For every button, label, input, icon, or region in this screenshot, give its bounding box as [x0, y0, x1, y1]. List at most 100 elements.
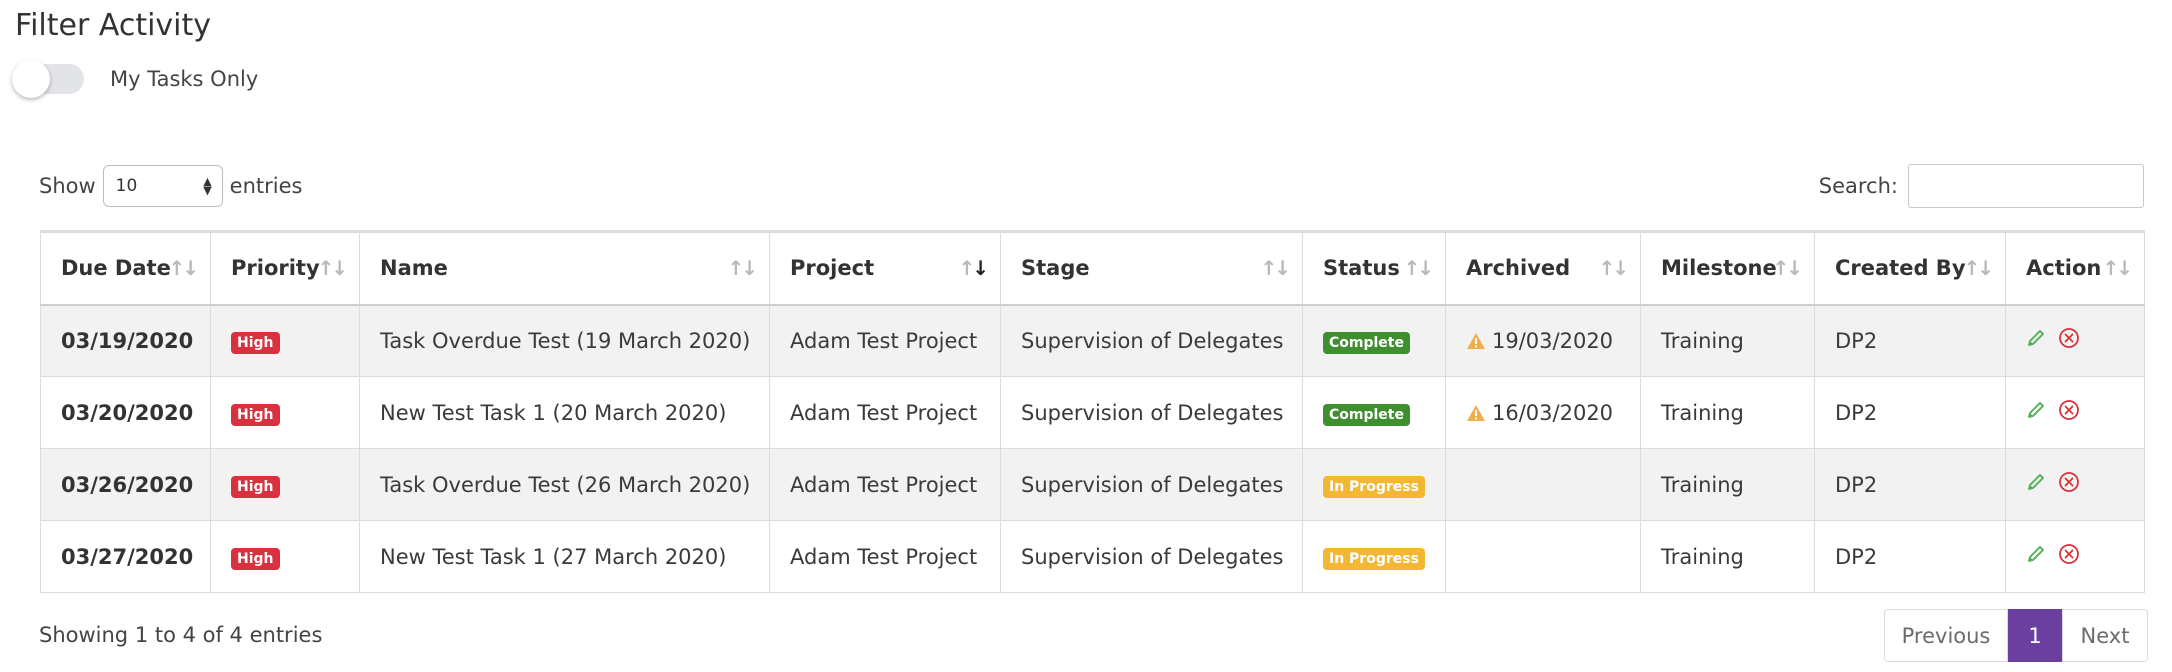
column-header[interactable]: Due Date ↑↓ [40, 230, 211, 306]
column-header[interactable]: Name ↑↓ [359, 230, 770, 306]
show-label: Show [39, 174, 96, 198]
due-date-cell: 03/19/2020 [40, 304, 211, 377]
previous-page-button[interactable]: Previous [1884, 609, 2008, 662]
table-row: 03/27/2020 High New Test Task 1 (27 March … [40, 520, 2145, 593]
status-badge: In Progress [1323, 475, 1425, 498]
pencil-icon[interactable] [2026, 400, 2046, 425]
priority-badge: High [231, 331, 280, 354]
priority-cell: High [210, 376, 360, 449]
column-header-label: Due Date [61, 256, 171, 281]
stage-cell: Supervision of Delegates [1000, 520, 1303, 593]
column-header[interactable]: Project ↑↓ [769, 230, 1001, 306]
archived-cell [1445, 520, 1641, 593]
table-row: 03/26/2020 High Task Overdue Test (26 Marc… [40, 448, 2145, 521]
page-title: Filter Activity [15, 8, 212, 43]
page-1-button[interactable]: 1 [2008, 609, 2062, 662]
column-header-label: Action [2026, 256, 2102, 281]
task-name: Task Overdue Test (26 March 2020) [380, 472, 751, 497]
my-tasks-toggle[interactable] [12, 60, 84, 98]
close-circle-icon[interactable] [2058, 543, 2080, 570]
project-cell: Adam Test Project [769, 448, 1001, 521]
name-cell: New Test Task 1 (27 March 2020) [359, 520, 770, 593]
pencil-icon[interactable] [2026, 328, 2046, 353]
due-date: 03/26/2020 [61, 472, 194, 497]
priority-cell: High [210, 520, 360, 593]
warning-icon [1467, 404, 1485, 421]
close-circle-icon[interactable] [2058, 471, 2080, 498]
pencil-icon[interactable] [2026, 544, 2046, 569]
column-header[interactable]: Created By ↑↓ [1814, 230, 2006, 306]
action-cell [2005, 448, 2145, 521]
entries-select[interactable]: 10 ▲ ▼ [102, 165, 223, 207]
milestone-cell: Training [1640, 304, 1815, 377]
column-header[interactable]: Milestone ↑↓ [1640, 230, 1815, 306]
sort-arrows-icon[interactable]: ↑↓ [1403, 256, 1433, 280]
priority-badge: High [231, 475, 280, 498]
status-badge: In Progress [1323, 547, 1425, 570]
stage-cell: Supervision of Delegates [1000, 376, 1303, 449]
created-by: DP2 [1835, 328, 1878, 353]
status-cell: In Progress [1302, 520, 1446, 593]
priority-cell: High [210, 448, 360, 521]
search-input[interactable] [1908, 164, 2144, 208]
created-by-cell: DP2 [1814, 448, 2006, 521]
table-row: 03/19/2020 High Task Overdue Test (19 Marc… [40, 304, 2145, 377]
sort-arrows-icon[interactable]: ↑↓ [958, 256, 988, 280]
sort-arrows-icon[interactable]: ↑↓ [2102, 256, 2132, 280]
pagination: Previous 1 Next [1884, 609, 2148, 662]
sort-arrows-icon[interactable]: ↑↓ [1598, 256, 1628, 280]
stage-name: Supervision of Delegates [1021, 328, 1284, 353]
entries-label: entries [229, 174, 303, 198]
toggle-knob[interactable] [12, 60, 50, 98]
milestone-name: Training [1661, 328, 1744, 353]
sort-arrows-icon[interactable]: ↑↓ [168, 256, 198, 280]
status-cell: Complete [1302, 376, 1446, 449]
column-header-label: Project [790, 256, 875, 281]
my-tasks-filter: My Tasks Only [12, 60, 259, 98]
task-name: New Test Task 1 (27 March 2020) [380, 544, 727, 569]
task-name: Task Overdue Test (19 March 2020) [380, 328, 751, 353]
column-header-label: Name [380, 256, 448, 281]
status-cell: Complete [1302, 304, 1446, 377]
archived-cell [1445, 448, 1641, 521]
next-page-button[interactable]: Next [2062, 609, 2148, 662]
archived-date: 16/03/2020 [1492, 400, 1614, 425]
sort-arrows-icon[interactable]: ↑↓ [1963, 256, 1993, 280]
archived-cell: 16/03/2020 [1445, 376, 1641, 449]
project-name: Adam Test Project [790, 472, 978, 497]
project-cell: Adam Test Project [769, 304, 1001, 377]
column-header[interactable]: Action ↑↓ [2005, 230, 2145, 306]
sort-arrows-icon[interactable]: ↑↓ [1260, 256, 1290, 280]
pencil-icon[interactable] [2026, 472, 2046, 497]
status-badge: Complete [1323, 403, 1410, 426]
sort-arrows-icon[interactable]: ↑↓ [317, 256, 347, 280]
close-circle-icon[interactable] [2058, 327, 2080, 354]
due-date-cell: 03/26/2020 [40, 448, 211, 521]
select-arrows-icon: ▲ ▼ [203, 175, 212, 197]
project-cell: Adam Test Project [769, 376, 1001, 449]
search-label: Search: [1818, 174, 1898, 198]
table-search: Search: [1819, 164, 2144, 208]
priority-badge: High [231, 547, 280, 570]
warning-icon [1467, 332, 1485, 349]
stage-cell: Supervision of Delegates [1000, 448, 1303, 521]
close-circle-icon[interactable] [2058, 399, 2080, 426]
milestone-name: Training [1661, 544, 1744, 569]
column-header[interactable]: Archived ↑↓ [1445, 230, 1641, 306]
column-header[interactable]: Priority ↑↓ [210, 230, 360, 306]
sort-arrows-icon[interactable]: ↑↓ [727, 256, 757, 280]
project-cell: Adam Test Project [769, 520, 1001, 593]
column-header-label: Milestone [1661, 256, 1777, 281]
column-header-label: Archived [1466, 256, 1571, 281]
sort-arrows-icon[interactable]: ↑↓ [1772, 256, 1802, 280]
stage-name: Supervision of Delegates [1021, 544, 1284, 569]
column-header[interactable]: Stage ↑↓ [1000, 230, 1303, 306]
my-tasks-label: My Tasks Only [110, 67, 259, 91]
stage-cell: Supervision of Delegates [1000, 304, 1303, 377]
task-name: New Test Task 1 (20 March 2020) [380, 400, 727, 425]
table-info: Showing 1 to 4 of 4 entries [39, 623, 323, 647]
name-cell: Task Overdue Test (19 March 2020) [359, 304, 770, 377]
action-cell [2005, 304, 2145, 377]
created-by: DP2 [1835, 400, 1878, 425]
column-header[interactable]: Status ↑↓ [1302, 230, 1446, 306]
